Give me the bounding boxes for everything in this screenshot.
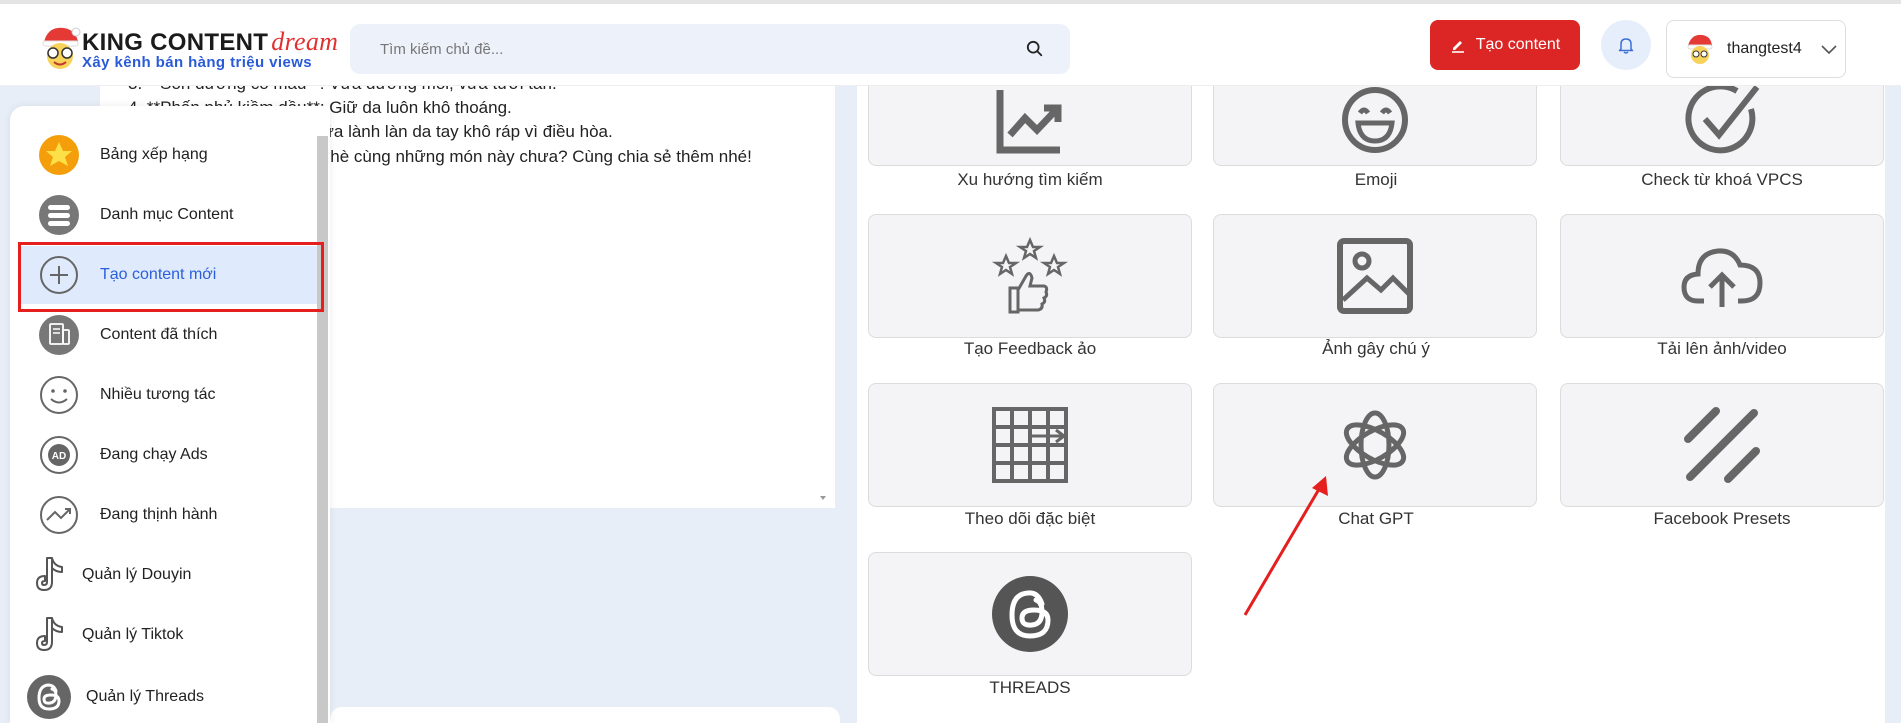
sidebar-item-content-category[interactable]: Danh mục Content — [20, 186, 320, 244]
chevron-down-icon — [1821, 45, 1837, 55]
search-icon[interactable] — [1026, 40, 1044, 58]
image-icon — [1337, 238, 1413, 314]
sidebar-item-threads[interactable]: Quản lý Threads — [20, 668, 320, 723]
create-content-label: Tạo content — [1475, 36, 1561, 53]
sidebar-item-tiktok[interactable]: Quản lý Tiktok — [20, 606, 320, 664]
check-circle-icon — [1685, 83, 1760, 154]
sidebar-scrollbar[interactable] — [317, 136, 328, 723]
table-track-icon — [992, 407, 1068, 483]
username: thangtest4 — [1727, 40, 1802, 57]
sidebar-item-ranking[interactable]: Bảng xếp hạng — [20, 126, 320, 184]
content-bottom-card — [330, 707, 840, 723]
tool-label: Check từ khoá VPCS — [1641, 170, 1803, 189]
search-input[interactable] — [350, 24, 1070, 74]
svg-text:AD: AD — [52, 451, 66, 462]
emoji-icon — [1342, 87, 1408, 153]
presets-icon — [1684, 407, 1760, 483]
sidebar-item-label: Danh mục Content — [100, 206, 234, 223]
threads-icon — [27, 675, 71, 719]
tool-label: Chat GPT — [1338, 509, 1414, 528]
tool-chat-gpt[interactable] — [1213, 383, 1537, 507]
sidebar-item-label: Quản lý Threads — [86, 688, 204, 705]
bell-icon — [1618, 38, 1634, 54]
tiktok-icon — [36, 617, 63, 651]
tool-label: Emoji — [1354, 170, 1398, 189]
pencil-icon — [1451, 41, 1464, 53]
document-icon — [39, 315, 79, 355]
sidebar-item-label: Đang thịnh hành — [100, 506, 218, 523]
brand-tagline: Xây kênh bán hàng triệu views — [82, 54, 313, 71]
plus-circle-icon — [40, 256, 78, 294]
sidebar-item-trending[interactable]: Đang thịnh hành — [20, 486, 320, 544]
brand-title: KING CONTENT dream — [82, 27, 339, 56]
search-bar — [350, 24, 1070, 74]
ad-icon: AD — [40, 436, 78, 474]
sidebar-item-running-ads[interactable]: AD Đang chạy Ads — [20, 426, 320, 484]
tool-label: Facebook Presets — [1653, 509, 1791, 528]
user-menu[interactable]: thangtest4 — [1666, 20, 1846, 78]
tool-attention-image[interactable] — [1213, 214, 1537, 338]
tool-label: Ảnh gây chú ý — [1322, 339, 1430, 358]
star-icon — [39, 135, 79, 175]
list-icon — [39, 195, 79, 235]
content-scrollbar[interactable] — [818, 72, 828, 508]
sidebar-item-create-content[interactable]: Tạo content mới — [20, 246, 320, 304]
avatar — [1687, 34, 1713, 64]
tool-fake-feedback[interactable] — [868, 214, 1192, 338]
smile-icon — [40, 376, 78, 414]
sidebar-item-label: Quản lý Douyin — [82, 566, 192, 583]
notification-button[interactable] — [1601, 20, 1651, 70]
tool-special-tracking[interactable] — [868, 383, 1192, 507]
tool-label: Tạo Feedback ảo — [963, 339, 1097, 358]
sidebar-item-label: Content đã thích — [100, 326, 218, 343]
feedback-stars-icon — [991, 236, 1069, 314]
create-content-button[interactable]: Tạo content — [1430, 20, 1580, 70]
tiktok-icon — [36, 557, 63, 591]
sidebar-item-label: Nhiều tương tác — [100, 386, 216, 403]
chatgpt-icon — [1343, 410, 1407, 480]
sidebar-item-high-engagement[interactable]: Nhiều tương tác — [20, 366, 320, 424]
tool-upload-media[interactable] — [1560, 214, 1884, 338]
tool-label: Theo dõi đặc biệt — [964, 509, 1096, 528]
mascot-icon — [42, 27, 81, 69]
tool-threads[interactable] — [868, 552, 1192, 676]
threads-icon — [992, 576, 1068, 652]
sidebar-item-label: Đang chạy Ads — [100, 446, 208, 463]
sidebar: Bảng xếp hạng Danh mục Content Tạo conte… — [10, 106, 330, 723]
trending-icon — [40, 496, 78, 534]
tool-label: THREADS — [989, 678, 1071, 697]
sidebar-item-douyin[interactable]: Quản lý Douyin — [20, 546, 320, 604]
sidebar-item-liked-content[interactable]: Content đã thích — [20, 306, 320, 364]
sidebar-item-label: Quản lý Tiktok — [82, 626, 184, 643]
tool-label: Xu hướng tìm kiếm — [957, 170, 1103, 189]
top-bar: KING CONTENT dream Xây kênh bán hàng triệ… — [0, 0, 1901, 86]
trend-chart-icon — [996, 90, 1062, 154]
page-edge — [1885, 70, 1901, 723]
sidebar-item-label: Bảng xếp hạng — [100, 146, 208, 163]
brand-logo[interactable]: KING CONTENT dream Xây kênh bán hàng triệ… — [38, 22, 338, 74]
tool-facebook-presets[interactable] — [1560, 383, 1884, 507]
tool-label: Tải lên ảnh/video — [1657, 339, 1787, 358]
sidebar-item-label: Tạo content mới — [100, 266, 217, 283]
cloud-upload-icon — [1681, 248, 1763, 307]
